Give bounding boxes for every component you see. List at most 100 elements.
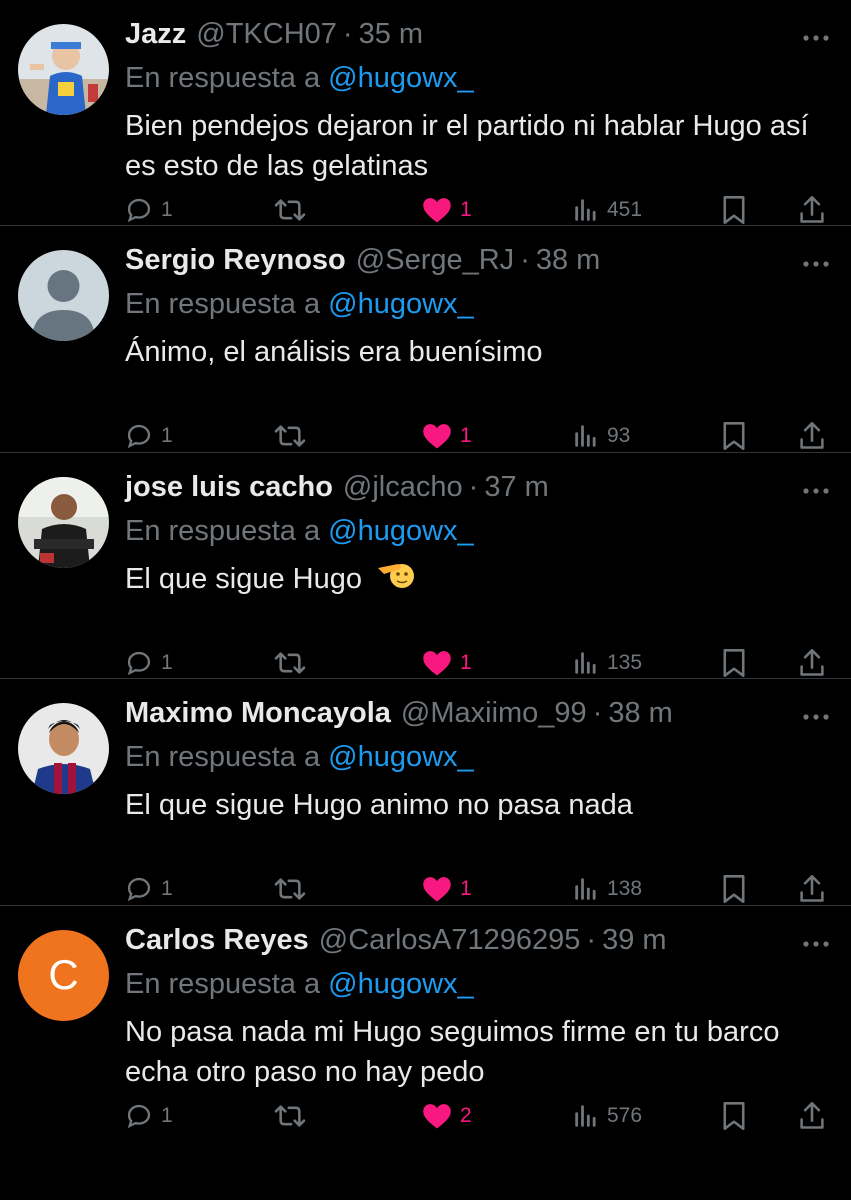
author-handle[interactable]: @Maxiimo_99: [401, 697, 587, 730]
bookmark-button[interactable]: [721, 190, 747, 230]
like-count: 1: [460, 650, 472, 674]
mention-link[interactable]: @hugowx_: [328, 288, 474, 320]
author-name[interactable]: Carlos Reyes: [125, 924, 309, 957]
reply-context: En respuesta a @hugowx_: [125, 62, 827, 102]
separator-dot: ·: [520, 244, 530, 277]
retweet-button[interactable]: [273, 643, 315, 683]
more-options-icon[interactable]: [801, 936, 831, 947]
like-button[interactable]: 1: [422, 416, 472, 456]
like-count: 1: [460, 877, 472, 901]
author-name[interactable]: Maximo Moncayola: [125, 697, 391, 730]
views-icon: [575, 652, 596, 674]
views-button[interactable]: 451: [573, 190, 642, 230]
retweet-button[interactable]: [273, 416, 315, 456]
views-button[interactable]: 93: [573, 416, 630, 456]
share-button[interactable]: [798, 416, 826, 456]
views-button[interactable]: 576: [573, 1096, 642, 1136]
reply-prefix: En respuesta a: [125, 288, 321, 321]
timestamp[interactable]: 38 m: [536, 244, 600, 277]
share-button[interactable]: [798, 190, 826, 230]
author-handle[interactable]: @Serge_RJ: [356, 244, 514, 277]
retweet-button[interactable]: [273, 869, 315, 909]
bookmark-button[interactable]: [721, 416, 747, 456]
like-button[interactable]: 1: [422, 190, 472, 230]
author-handle[interactable]: @jlcacho: [343, 471, 463, 504]
timestamp[interactable]: 37 m: [484, 471, 548, 504]
like-count: 1: [460, 424, 472, 448]
author-name[interactable]: Sergio Reynoso: [125, 244, 346, 277]
reply-count: 1: [161, 198, 173, 221]
reply-count: 1: [161, 877, 173, 901]
retweet-icon: [274, 199, 306, 221]
more-options-icon[interactable]: [801, 256, 831, 267]
more-options-icon[interactable]: [801, 483, 831, 494]
author-name[interactable]: jose luis cacho: [125, 471, 333, 504]
reply-button[interactable]: 1: [125, 643, 173, 683]
avatar[interactable]: [18, 703, 109, 795]
mention-link[interactable]: @hugowx_: [328, 741, 474, 773]
avatar[interactable]: [18, 24, 109, 115]
reply-tweet[interactable]: Sergio Reynoso @Serge_RJ · 38 m En respu…: [0, 226, 851, 453]
reply-context: En respuesta a @hugowx_: [125, 741, 827, 781]
author-handle[interactable]: @CarlosA71296295: [319, 924, 581, 957]
bookmark-button[interactable]: [721, 869, 747, 909]
views-button[interactable]: 135: [573, 643, 642, 683]
reply-icon: [127, 198, 151, 223]
action-bar: 1 2 576: [125, 1096, 831, 1136]
tweet-text: Ánimo, el análisis era buenísimo: [125, 336, 543, 369]
avatar[interactable]: [18, 250, 109, 342]
share-icon: [800, 196, 824, 223]
like-button[interactable]: 2: [422, 1096, 472, 1136]
mention-link[interactable]: @hugowx_: [328, 968, 474, 1000]
reply-button[interactable]: 1: [125, 416, 173, 456]
avatar[interactable]: [18, 476, 109, 568]
share-icon: [800, 648, 824, 676]
author-name[interactable]: Jazz: [125, 18, 186, 51]
timestamp[interactable]: 35 m: [359, 18, 423, 51]
timestamp[interactable]: 38 m: [608, 697, 672, 730]
share-button[interactable]: [798, 1096, 826, 1136]
retweet-button[interactable]: [273, 190, 315, 230]
share-icon: [800, 1101, 824, 1129]
like-button[interactable]: 1: [422, 869, 472, 909]
more-options-icon[interactable]: [801, 30, 831, 41]
reply-button[interactable]: 1: [125, 190, 173, 230]
replies-feed: Jazz @TKCH07 · 35 m En respuesta a @hugo…: [0, 0, 851, 1132]
mention-link[interactable]: @hugowx_: [328, 62, 474, 94]
reply-prefix: En respuesta a: [125, 62, 321, 94]
more-options-icon[interactable]: [801, 709, 831, 720]
timestamp[interactable]: 39 m: [602, 924, 666, 957]
share-button[interactable]: [798, 869, 826, 909]
retweet-button[interactable]: [273, 1096, 315, 1136]
like-count: 1: [460, 198, 472, 221]
views-button[interactable]: 138: [573, 869, 642, 909]
bookmark-button[interactable]: [721, 1096, 747, 1136]
reply-button[interactable]: 1: [125, 1096, 173, 1136]
share-icon: [800, 422, 824, 450]
mention-link[interactable]: @hugowx_: [328, 515, 474, 547]
author-handle[interactable]: @TKCH07: [196, 18, 337, 51]
avatar[interactable]: C: [18, 929, 109, 1021]
bookmark-icon: [723, 648, 745, 677]
reply-tweet[interactable]: Maximo Moncayola @Maxiimo_99 · 38 m En r…: [0, 679, 851, 906]
reply-button[interactable]: 1: [125, 869, 173, 909]
action-bar: 1 1 93: [125, 416, 831, 456]
reply-tweet[interactable]: jose luis cacho @jlcacho · 37 m En respu…: [0, 453, 851, 680]
saluting-face-emoji-icon: [376, 560, 416, 601]
views-icon: [575, 1104, 596, 1127]
view-count: 576: [607, 1103, 643, 1127]
reply-tweet[interactable]: Jazz @TKCH07 · 35 m En respuesta a @hugo…: [0, 0, 851, 227]
bookmark-button[interactable]: [721, 643, 747, 683]
like-button[interactable]: 1: [422, 643, 472, 683]
separator-dot: ·: [592, 697, 603, 730]
retweet-icon: [274, 1104, 306, 1127]
separator-dot: ·: [586, 923, 597, 956]
reply-tweet[interactable]: C Carlos Reyes @CarlosA71296295 · 39 m E…: [0, 906, 851, 1132]
heart-filled-icon: [423, 650, 451, 676]
reply-prefix: En respuesta a: [125, 741, 321, 774]
reply-prefix: En respuesta a: [125, 967, 321, 1000]
view-count: 135: [607, 650, 643, 674]
reply-count: 1: [161, 424, 173, 448]
share-button[interactable]: [798, 643, 826, 683]
bookmark-icon: [723, 422, 745, 451]
